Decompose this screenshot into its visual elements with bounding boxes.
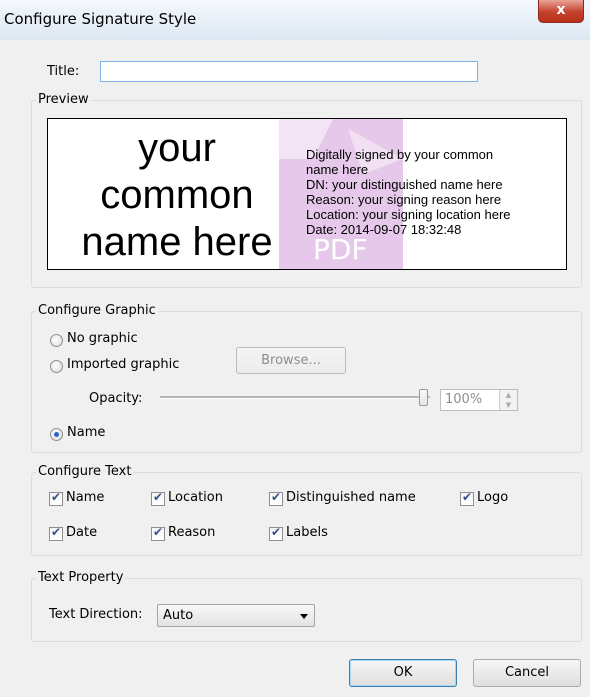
close-button[interactable]: x [538,0,584,23]
spin-down-icon[interactable]: ▼ [500,400,517,410]
spin-up-icon[interactable]: ▲ [500,390,517,400]
radio-no-graphic-label: No graphic [67,331,138,346]
signature-name-line-3: name here [81,220,273,264]
text-direction-label: Text Direction: [49,607,143,622]
checkbox-reason-label: Reason [168,525,216,540]
watermark-text: PDF [313,233,368,266]
title-label: Title: [47,64,80,79]
checkbox-distinguished-name[interactable] [269,490,283,506]
checkbox-date-label: Date [66,525,98,540]
checkbox-date[interactable] [49,525,63,541]
opacity-label: Opacity: [89,391,143,406]
configure-graphic-legend: Configure Graphic [36,303,158,318]
signature-detail-line: name here [306,162,369,177]
opacity-slider-track[interactable] [160,396,430,399]
opacity-value: 100% [445,392,483,407]
radio-imported-graphic[interactable] [50,360,63,373]
signature-detail-line: Date: 2014-09-07 18:32:48 [306,222,462,237]
checkbox-reason[interactable] [151,525,165,541]
opacity-slider-thumb[interactable] [419,389,428,406]
dialog-window: Configure Signature Style x Title: Previ… [0,0,590,697]
checkbox-name[interactable] [49,490,63,506]
signature-detail-line: Digitally signed by your common [306,147,494,162]
preview-legend: Preview [36,92,91,107]
configure-text-group: Configure Text [31,464,582,556]
radio-imported-graphic-label: Imported graphic [67,357,180,372]
radio-name-label: Name [67,425,106,440]
radio-name[interactable] [50,428,63,441]
cancel-button[interactable]: Cancel [473,659,581,687]
checkbox-logo-label: Logo [477,490,509,505]
signature-detail-line: DN: your distinguished name here [306,177,503,192]
checkbox-location-label: Location [168,490,223,505]
close-icon: x [556,2,566,18]
checkbox-labels-label: Labels [286,525,328,540]
configure-text-legend: Configure Text [36,464,134,479]
title-bar: Configure Signature Style x [0,0,590,40]
opacity-spin-buttons[interactable]: ▲ ▼ [499,390,517,410]
signature-name-line-2: common [100,173,254,217]
window-title: Configure Signature Style [4,10,197,28]
signature-name: your common name here [48,125,306,266]
signature-name-line-1: your [138,126,216,170]
signature-preview: PDF your common name here Digitally sign… [47,118,567,270]
checkbox-name-label: Name [66,490,105,505]
text-direction-select[interactable]: Auto [157,604,315,627]
ok-button[interactable]: OK [349,659,457,687]
opacity-spinbox[interactable]: 100% ▲ ▼ [440,389,518,411]
radio-no-graphic[interactable] [50,334,63,347]
signature-detail-line: Reason: your signing reason here [306,192,502,207]
title-input[interactable] [100,61,478,82]
checkbox-location[interactable] [151,490,165,506]
signature-detail-line: Location: your signing location here [306,207,511,222]
checkbox-labels[interactable] [269,525,283,541]
checkbox-logo[interactable] [460,490,474,506]
text-property-legend: Text Property [36,570,126,585]
browse-button[interactable]: Browse... [236,347,346,374]
chevron-down-icon [300,614,308,619]
checkbox-distinguished-name-label: Distinguished name [286,490,416,505]
text-direction-value: Auto [163,608,194,623]
signature-details: Digitally signed by your common name her… [306,147,566,237]
